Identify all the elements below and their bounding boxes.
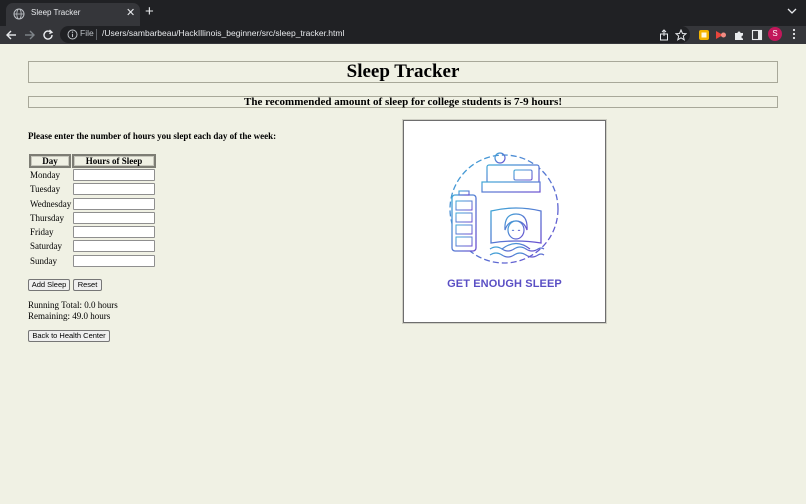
browser-tab[interactable]: Sleep Tracker ✕ [6,3,140,26]
day-label-friday: Friday [30,227,54,237]
page-title: Sleep Tracker [28,61,778,83]
url-text[interactable]: /Users/sambarbeau/HackIllinois_beginner/… [102,28,344,38]
day-column-header: Day [29,154,71,168]
remaining-text: Remaining: 49.0 hours [28,311,111,321]
new-tab-icon[interactable]: + [145,3,154,21]
sleep-illustration: GET ENOUGH SLEEP [403,120,606,323]
day-label-monday: Monday [30,170,60,180]
reset-button[interactable]: Reset [73,279,102,291]
forward-arrow-icon[interactable] [23,28,37,42]
reload-icon[interactable] [41,28,55,42]
puzzle-extensions-icon[interactable] [733,29,745,41]
info-icon[interactable] [67,29,78,40]
hours-input-friday[interactable] [73,226,155,238]
day-label-sunday: Sunday [30,256,57,266]
bookmark-star-icon[interactable] [675,29,687,41]
close-tab-icon[interactable]: ✕ [126,6,135,19]
add-sleep-button[interactable]: Add Sleep [28,279,70,291]
extension-note-icon[interactable] [698,29,710,41]
illustration-caption: GET ENOUGH SLEEP [447,278,562,290]
side-panel-icon[interactable] [751,29,763,41]
day-label-saturday: Saturday [30,241,62,251]
profile-avatar[interactable]: S [768,27,782,41]
browser-tab-bar: Sleep Tracker ✕ + [0,0,806,26]
chevron-down-icon[interactable] [786,5,798,17]
recommendation-banner: The recommended amount of sleep for coll… [28,96,778,108]
share-icon[interactable] [658,29,670,41]
address-bar[interactable]: File /Users/sambarbeau/HackIllinois_begi… [60,26,690,43]
more-menu-icon[interactable] [789,28,799,40]
day-label-tuesday: Tuesday [30,184,61,194]
back-arrow-icon[interactable] [4,28,18,42]
hours-input-thursday[interactable] [73,212,155,224]
hours-input-tuesday[interactable] [73,183,155,195]
back-to-health-center-button[interactable]: Back to Health Center [28,330,110,342]
sleep-illustration-graphic [449,152,559,264]
globe-icon [13,8,25,20]
running-total-text: Running Total: 0.0 hours [28,300,118,310]
url-separator [96,29,97,40]
hours-input-wednesday[interactable] [73,198,155,210]
hours-column-header: Hours of Sleep [72,154,156,168]
extension-record-icon[interactable] [715,29,727,41]
hours-input-sunday[interactable] [73,255,155,267]
browser-toolbar: File /Users/sambarbeau/HackIllinois_begi… [0,26,806,44]
instructions-text: Please enter the number of hours you sle… [28,131,277,141]
day-label-wednesday: Wednesday [30,199,72,209]
url-scheme-label: File [80,28,94,38]
tab-title: Sleep Tracker [31,8,81,17]
hours-input-saturday[interactable] [73,240,155,252]
day-label-thursday: Thursday [30,213,64,223]
hours-input-monday[interactable] [73,169,155,181]
